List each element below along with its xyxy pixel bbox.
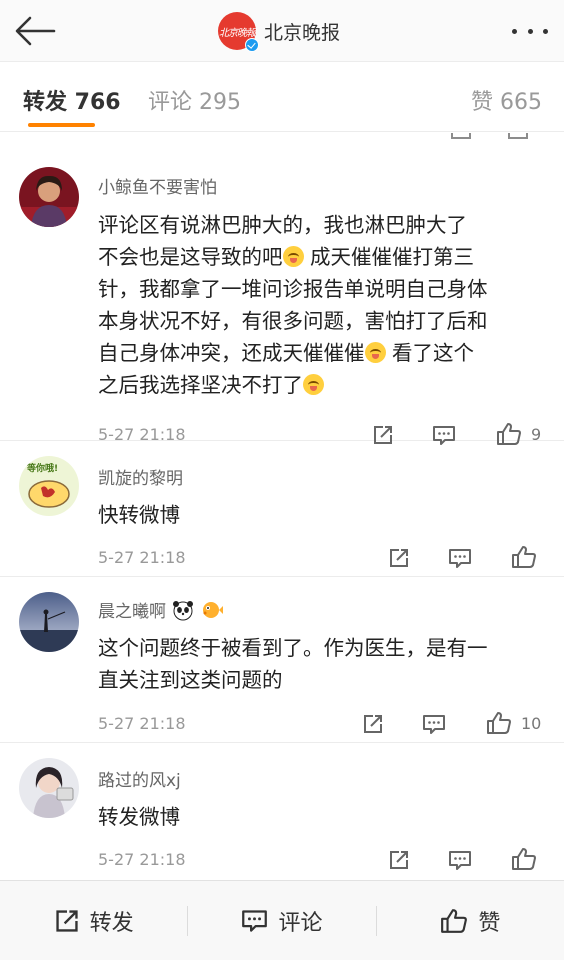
comment-text: 转发微博 xyxy=(98,801,550,833)
comment-line: 这个问题终于被看到了。作为医生，是有一 xyxy=(98,636,488,660)
avatar[interactable] xyxy=(19,758,79,818)
like-icon xyxy=(508,133,528,139)
comment-icon[interactable] xyxy=(448,547,472,569)
smile-emoji-icon xyxy=(282,246,304,267)
tab-comment[interactable]: 评论 295 xyxy=(148,84,241,116)
panda-emoji-icon xyxy=(173,600,193,620)
list-item: 晨之曦啊 这个问题终于被看到了。作为医生，是有一 直关注到这类问题的 5-27 … xyxy=(0,577,564,743)
forward-button[interactable]: 转发 xyxy=(0,903,187,939)
account-name[interactable]: 北京晚报 xyxy=(264,18,340,45)
like-action[interactable] xyxy=(511,847,537,871)
active-tab-indicator xyxy=(28,123,95,127)
share-icon[interactable] xyxy=(388,849,410,871)
comment-button-label: 评论 xyxy=(278,910,323,936)
avatar[interactable]: 等你哦! xyxy=(19,456,79,516)
tab-bar: 转发 766 评论 295 赞 665 xyxy=(0,62,564,132)
thumbs-up-icon xyxy=(441,908,468,933)
forward-list[interactable]: 小鲸鱼不要害怕 评论区有说淋巴肿大的，我也淋巴肿大了 不会也是这导致的吧 成天催… xyxy=(0,133,564,880)
comment-text: 评论区有说淋巴肿大的，我也淋巴肿大了 不会也是这导致的吧 成天催催催打第三 针，… xyxy=(98,209,550,401)
comment-line: 针，我都拿了一堆问诊报告单说明自己身体 xyxy=(98,277,488,301)
forward-action[interactable] xyxy=(388,849,410,871)
list-item: 小鲸鱼不要害怕 评论区有说淋巴肿大的，我也淋巴肿大了 不会也是这导致的吧 成天催… xyxy=(0,155,564,445)
account-avatar[interactable]: 北京晚報 xyxy=(218,12,259,52)
like-button-label: 赞 xyxy=(478,910,501,936)
previous-item-remainder xyxy=(0,133,564,155)
like-action[interactable]: 10 xyxy=(486,711,541,735)
bottom-action-bar: 转发 评论 赞 xyxy=(0,880,564,960)
share-icon[interactable] xyxy=(362,713,384,735)
comment-line: 转发微博 xyxy=(98,805,180,829)
thumbs-up-icon[interactable] xyxy=(511,847,537,871)
comment-line: 评论区有说淋巴肿大的，我也淋巴肿大了 xyxy=(98,213,467,237)
comment-line: 成天催催催打第三 xyxy=(303,245,475,269)
avatar[interactable] xyxy=(19,592,79,652)
commenter-name[interactable]: 路过的风xj xyxy=(98,766,181,791)
thumbs-up-icon[interactable] xyxy=(486,711,512,735)
account-header[interactable]: 北京晚報 北京晚报 xyxy=(218,12,340,52)
comment-action[interactable] xyxy=(448,849,472,871)
forward-action[interactable] xyxy=(362,713,384,735)
back-arrow-icon[interactable] xyxy=(14,14,56,48)
smile-emoji-icon xyxy=(303,374,324,395)
comment-text: 快转微博 xyxy=(98,499,550,531)
commenter-name[interactable]: 晨之曦啊 xyxy=(98,597,224,622)
comment-icon[interactable] xyxy=(448,849,472,871)
thumbs-up-icon[interactable] xyxy=(511,545,537,569)
comment-line: 快转微博 xyxy=(98,503,180,527)
top-bar: 北京晚報 北京晚报 xyxy=(0,0,564,62)
comment-line: 直关注到这类问题的 xyxy=(98,668,283,692)
comment-line: 本身状况不好，有很多问题，害怕打了后和 xyxy=(98,309,488,333)
list-item: 路过的风xj 转发微博 5-27 21:18 xyxy=(0,743,564,880)
timestamp: 5-27 21:18 xyxy=(98,714,186,733)
share-icon[interactable] xyxy=(388,547,410,569)
comment-line: 看了这个 xyxy=(385,341,475,365)
comment-button[interactable]: 评论 xyxy=(188,903,375,939)
comment-icon[interactable] xyxy=(422,713,446,735)
commenter-name[interactable]: 凯旋的黎明 xyxy=(98,464,183,489)
forward-button-label: 转发 xyxy=(89,910,134,936)
comment-line: 之后我选择坚决不打了 xyxy=(98,373,303,397)
commenter-name[interactable]: 小鲸鱼不要害怕 xyxy=(98,173,217,198)
like-button[interactable]: 赞 xyxy=(377,903,564,939)
comment-icon xyxy=(451,133,471,139)
comment-action[interactable] xyxy=(448,547,472,569)
timestamp: 5-27 21:18 xyxy=(98,850,186,869)
avatar[interactable] xyxy=(19,167,79,227)
comment-text: 这个问题终于被看到了。作为医生，是有一 直关注到这类问题的 xyxy=(98,632,550,696)
like-action[interactable] xyxy=(511,545,537,569)
smile-emoji-icon xyxy=(364,342,386,363)
forward-action[interactable] xyxy=(388,547,410,569)
account-logo: 北京晚報 xyxy=(219,27,256,39)
verified-badge-icon xyxy=(245,38,259,52)
avatar-caption: 等你哦! xyxy=(27,464,59,474)
comment-line: 自己身体冲突，还成天催催催 xyxy=(98,341,365,365)
tab-like[interactable]: 赞 665 xyxy=(471,84,542,116)
timestamp: 5-27 21:18 xyxy=(98,548,186,567)
comment-icon xyxy=(242,910,268,932)
more-options-icon[interactable] xyxy=(512,22,548,40)
tab-forward[interactable]: 转发 766 xyxy=(23,84,121,116)
share-icon xyxy=(56,909,78,932)
like-count: 10 xyxy=(521,713,542,733)
comment-line: 不会也是这导致的吧 xyxy=(98,245,283,269)
comment-action[interactable] xyxy=(422,713,446,735)
commenter-name-text: 晨之曦啊 xyxy=(98,602,166,622)
list-item: 等你哦! 凯旋的黎明 快转微博 5-27 21:18 xyxy=(0,441,564,577)
pufferfish-emoji-icon xyxy=(203,601,223,618)
